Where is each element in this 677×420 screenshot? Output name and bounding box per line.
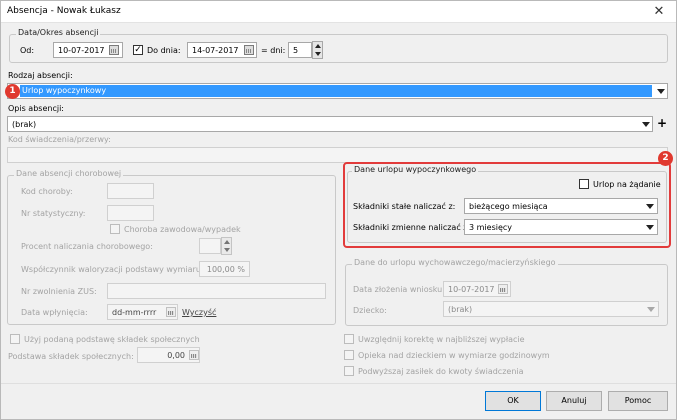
chevron-down-icon[interactable]	[642, 122, 650, 127]
social-base-label: Podstawa składek społecznych:	[8, 352, 134, 361]
coefficient-label: Współczynnik waloryzacji podstawy wymiar…	[21, 265, 204, 274]
date-range-group-title: Data/Okres absencji	[16, 28, 101, 37]
days-spinner[interactable]	[312, 41, 323, 59]
illness-code-input[interactable]	[107, 183, 154, 199]
spin-down-icon[interactable]	[224, 248, 230, 252]
spin-up-icon[interactable]	[315, 44, 321, 48]
step-badge-1: 1	[5, 84, 20, 99]
sick-leave-group-title: Dane absencji chorobowej	[14, 169, 124, 178]
zus-number-label: Nr zwolnienia ZUS:	[21, 287, 97, 296]
cancel-button[interactable]: Anuluj	[546, 391, 602, 411]
use-base-label: Użyj podaną podstawę składek społecznych	[24, 335, 200, 344]
benefit-code-input[interactable]	[7, 147, 668, 163]
vacation-highlight-frame	[343, 162, 671, 248]
days-label: = dni:	[261, 46, 286, 55]
help-button[interactable]: Pomoc	[608, 391, 668, 411]
to-calendar-icon[interactable]	[244, 45, 254, 55]
absence-type-label: Rodzaj absencji:	[8, 71, 73, 80]
sick-percent-label: Procent naliczania chorobowego:	[21, 242, 153, 251]
step-badge-2: 2	[658, 151, 673, 166]
title-bar: Absencja - Nowak Łukasz ✕	[1, 1, 676, 23]
absence-desc-select[interactable]: (brak)	[7, 116, 653, 132]
absence-desc-label: Opis absencji:	[8, 104, 64, 113]
zus-number-input[interactable]	[107, 283, 326, 299]
occupational-disease-checkbox[interactable]	[110, 224, 120, 234]
absence-type-selected: Urlop wypoczynkowy	[20, 85, 652, 97]
from-label: Od:	[20, 46, 35, 55]
from-calendar-icon[interactable]	[109, 45, 119, 55]
raise-allowance-label: Podwyższaj zasiłek do kwoty świadczenia	[358, 367, 524, 376]
close-icon[interactable]: ✕	[650, 4, 668, 19]
coefficient-input[interactable]: 100,00 %	[199, 261, 250, 277]
spin-up-icon[interactable]	[224, 240, 230, 244]
illness-code-label: Kod choroby:	[21, 187, 73, 196]
window-title: Absencja - Nowak Łukasz	[7, 6, 121, 16]
dialog-window: Absencja - Nowak Łukasz ✕ Data/Okres abs…	[0, 0, 677, 420]
child-select[interactable]: (brak)	[443, 301, 659, 317]
to-date-label: Do dnia:	[147, 46, 181, 55]
benefit-code-label: Kod świadczenia/przerwy:	[8, 135, 111, 144]
to-date-checkbox[interactable]: ✓	[133, 45, 143, 55]
ok-button[interactable]: OK	[485, 391, 541, 411]
stat-number-input[interactable]	[107, 205, 154, 221]
childcare-label: Opieka nad dzieckiem w wymiarze godzinow…	[358, 351, 550, 360]
correction-checkbox[interactable]	[344, 334, 354, 344]
receipt-calendar-icon[interactable]	[166, 307, 176, 317]
raise-allowance-checkbox[interactable]	[344, 366, 354, 376]
childcare-checkbox[interactable]	[344, 350, 354, 360]
parental-group-title: Dane do urlopu wychowawczego/macierzyńsk…	[352, 258, 558, 267]
sick-percent-input[interactable]	[199, 238, 221, 254]
use-base-checkbox[interactable]	[10, 334, 20, 344]
calculator-icon[interactable]	[189, 350, 199, 360]
child-label: Dziecko:	[353, 306, 387, 315]
sick-percent-spinner[interactable]	[221, 237, 232, 255]
days-input[interactable]: 5	[288, 42, 312, 58]
clear-date-link[interactable]: Wyczyść	[182, 308, 216, 317]
request-date-label: Data złożenia wniosku:	[353, 285, 445, 294]
correction-label: Uwzględnij korektę w najbliższej wypłaci…	[358, 335, 525, 344]
occupational-disease-label: Choroba zawodowa/wypadek	[124, 225, 241, 234]
request-calendar-icon[interactable]	[498, 284, 508, 294]
add-description-button[interactable]: +	[656, 116, 668, 132]
stat-number-label: Nr statystyczny:	[21, 209, 86, 218]
receipt-date-label: Data wpłynięcia:	[21, 308, 88, 317]
chevron-down-icon[interactable]	[647, 307, 655, 312]
spin-down-icon[interactable]	[315, 52, 321, 56]
chevron-down-icon[interactable]	[657, 89, 665, 94]
